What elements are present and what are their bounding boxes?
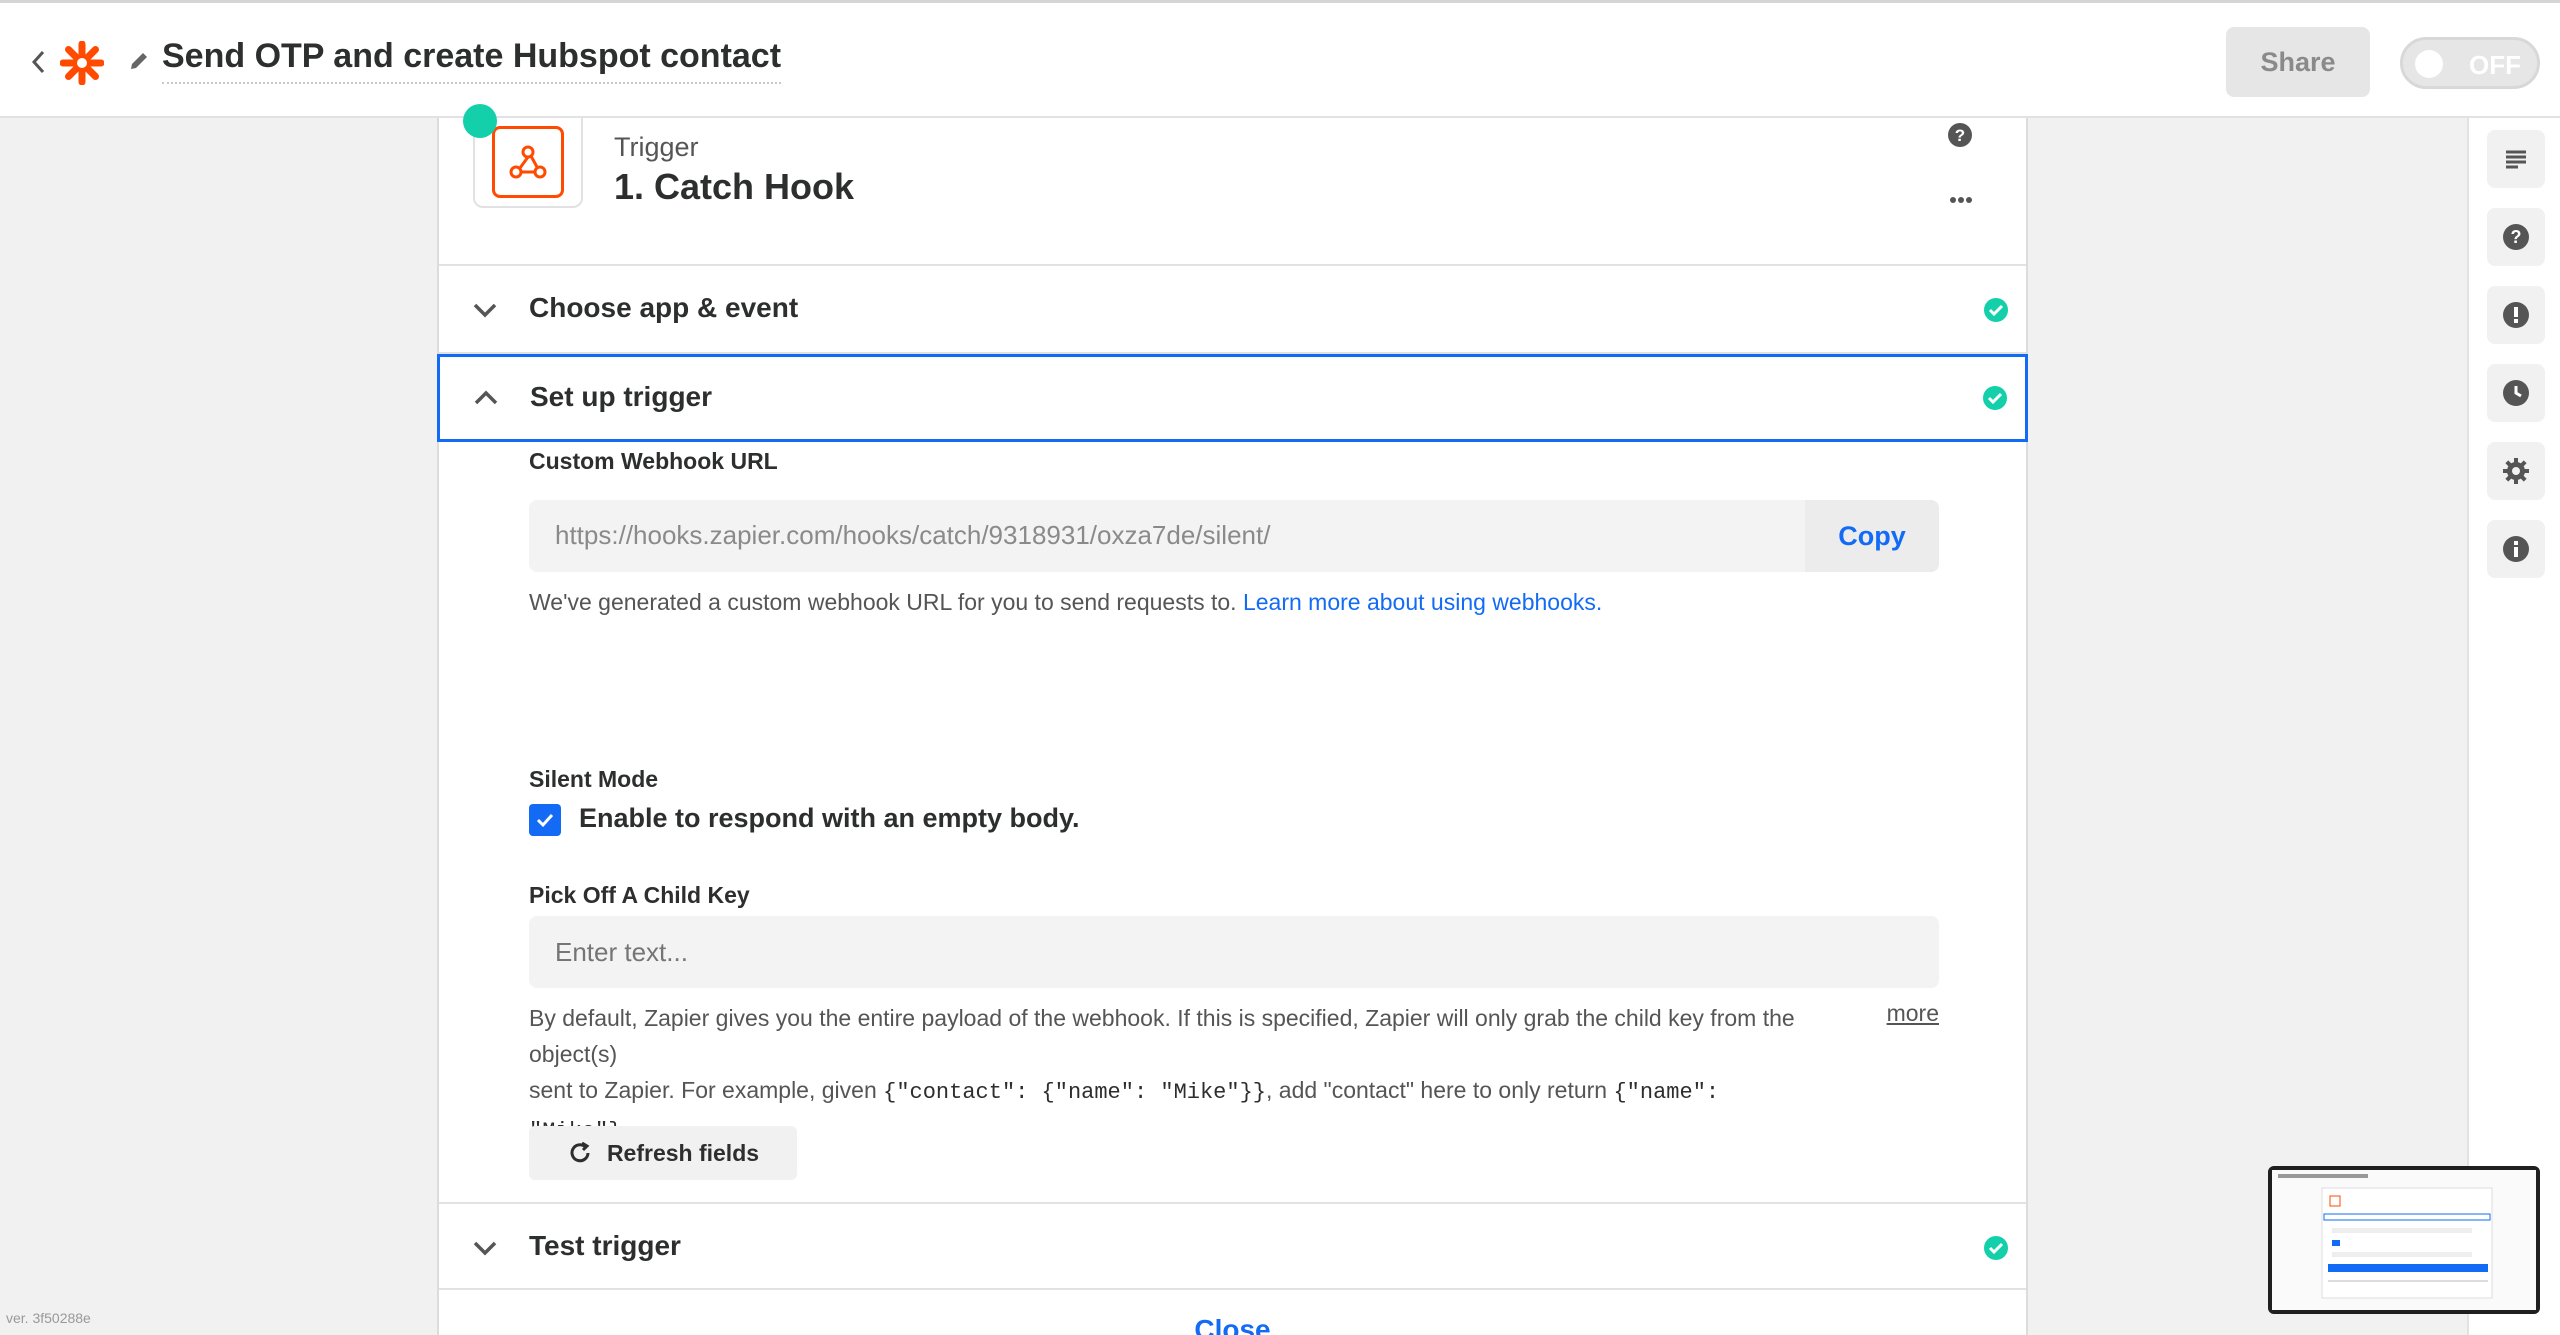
chevron-down-icon	[469, 294, 501, 326]
step-editor-card: Trigger 1. Catch Hook ? Choose app & eve…	[437, 104, 2028, 1335]
webhook-url-value[interactable]: https://hooks.zapier.com/hooks/catch/931…	[555, 520, 1270, 551]
zapier-logo-icon[interactable]	[59, 40, 105, 86]
webhook-url-label: Custom Webhook URL	[529, 448, 778, 474]
svg-text:?: ?	[1955, 126, 1965, 145]
check-circle-icon	[1983, 297, 2009, 323]
share-button[interactable]: Share	[2226, 27, 2370, 97]
copy-button[interactable]: Copy	[1805, 500, 1939, 572]
minimap-preview[interactable]	[2268, 1166, 2540, 1314]
alert-icon[interactable]	[2487, 286, 2545, 344]
learn-more-webhooks-link[interactable]: Learn more about using webhooks.	[1243, 589, 1602, 615]
right-sidebar: ?	[2467, 118, 2560, 1335]
section-test-trigger[interactable]: Test trigger	[439, 1202, 2026, 1290]
webhook-help-text: We've generated a custom webhook URL for…	[529, 584, 1602, 620]
zap-title[interactable]: Send OTP and create Hubspot contact	[162, 37, 782, 84]
toggle-label: OFF	[2469, 50, 2521, 80]
back-chevron-icon[interactable]	[26, 47, 50, 77]
question-icon[interactable]: ?	[1947, 122, 1975, 150]
child-help-text-a: sent to Zapier. For example, given	[529, 1077, 877, 1103]
step-header: Trigger 1. Catch Hook ?	[439, 104, 2026, 266]
info-icon[interactable]	[2487, 520, 2545, 578]
child-key-input[interactable]	[529, 916, 1939, 988]
section-title: Choose app & event	[529, 292, 799, 323]
child-help-text-b: , add "contact" here to only return	[1266, 1077, 1608, 1103]
step-title: 1. Catch Hook	[614, 166, 855, 207]
section-title: Set up trigger	[530, 381, 713, 412]
section-set-up-trigger[interactable]: Set up trigger	[437, 354, 2028, 442]
silent-mode-label: Silent Mode	[529, 766, 659, 792]
chevron-down-icon	[469, 1232, 501, 1264]
svg-text:?: ?	[2511, 227, 2522, 247]
more-options-icon[interactable]	[1941, 190, 1981, 210]
refresh-fields-label: Refresh fields	[606, 1139, 760, 1166]
settings-icon[interactable]	[2487, 442, 2545, 500]
pencil-icon[interactable]	[128, 50, 154, 76]
help-icon[interactable]: ?	[2487, 208, 2545, 266]
child-key-label: Pick Off A Child Key	[529, 882, 750, 908]
silent-mode-checkbox[interactable]	[529, 804, 561, 836]
refresh-fields-button[interactable]: Refresh fields	[529, 1126, 797, 1180]
webhook-icon	[492, 126, 564, 198]
close-button[interactable]: Close	[439, 1314, 2026, 1335]
refresh-icon	[570, 1141, 590, 1163]
webhook-help-sentence: We've generated a custom webhook URL for…	[529, 589, 1237, 615]
more-link[interactable]: more	[1887, 1000, 1939, 1027]
history-icon[interactable]	[2487, 364, 2545, 422]
list-icon[interactable]	[2487, 130, 2545, 188]
step-type-label: Trigger	[614, 132, 699, 162]
silent-mode-checkbox-label[interactable]: Enable to respond with an empty body.	[579, 803, 1080, 834]
webhook-url-field[interactable]: https://hooks.zapier.com/hooks/catch/931…	[529, 500, 1939, 572]
child-help-line-1: By default, Zapier gives you the entire …	[529, 1005, 1795, 1067]
section-title: Test trigger	[529, 1230, 681, 1261]
check-circle-icon	[1982, 385, 2008, 411]
step-complete-check-icon	[463, 104, 497, 138]
chevron-up-icon	[470, 382, 502, 414]
version-label: ver. 3f50288e	[6, 1310, 91, 1326]
section-choose-app-event[interactable]: Choose app & event	[439, 266, 2026, 354]
check-circle-icon	[1983, 1235, 2009, 1261]
child-help-code-example: {"contact": {"name": "Mike"}}	[883, 1080, 1266, 1105]
zap-on-off-toggle[interactable]: OFF	[2400, 37, 2540, 89]
toggle-knob	[2415, 50, 2443, 78]
top-header: Send OTP and create Hubspot contact Shar…	[0, 0, 2560, 118]
